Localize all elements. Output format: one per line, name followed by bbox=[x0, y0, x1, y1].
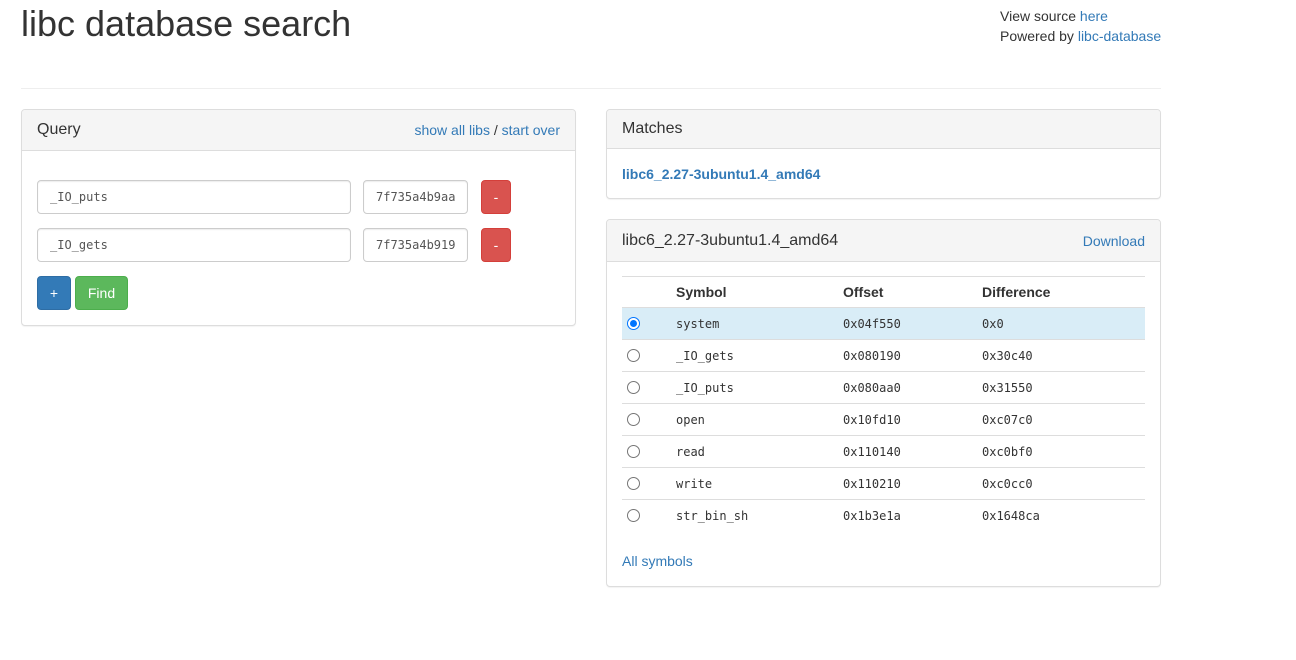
radio-cell bbox=[622, 435, 676, 468]
symbol-radio-button[interactable] bbox=[627, 317, 640, 330]
difference-cell: 0xc0cc0 bbox=[982, 467, 1145, 500]
symbol-cell: _IO_puts bbox=[676, 371, 843, 404]
lib-panel-heading: libc6_2.27-3ubuntu1.4_amd64 Download bbox=[607, 220, 1160, 262]
remove-row-button-2[interactable]: - bbox=[481, 228, 511, 262]
offset-cell: 0x080190 bbox=[843, 339, 982, 372]
offset-column-header: Offset bbox=[843, 276, 982, 308]
symbol-radio-button[interactable] bbox=[627, 349, 640, 362]
find-button[interactable]: Find bbox=[75, 276, 128, 310]
matches-title: Matches bbox=[622, 120, 683, 137]
add-row-button[interactable]: + bbox=[37, 276, 71, 310]
difference-column-header: Difference bbox=[982, 276, 1145, 308]
symbol-radio-button[interactable] bbox=[627, 381, 640, 394]
radio-cell bbox=[622, 467, 676, 500]
symbol-radio-button[interactable] bbox=[627, 477, 640, 490]
symbol-cell: _IO_gets bbox=[676, 339, 843, 372]
radio-cell bbox=[622, 339, 676, 372]
symbol-cell: str_bin_sh bbox=[676, 508, 749, 523]
table-row[interactable]: _IO_puts 0x080aa0 0x31550 bbox=[622, 371, 1145, 404]
powered-by-line: Powered by libc-database bbox=[1000, 26, 1161, 46]
match-link[interactable]: libc6_2.27-3ubuntu1.4_amd64 bbox=[622, 166, 820, 182]
difference-cell: 0xc07c0 bbox=[982, 403, 1145, 436]
query-actions-separator: / bbox=[489, 122, 502, 138]
symbol-input-2[interactable] bbox=[37, 228, 351, 262]
table-row[interactable]: _IO_gets 0x080190 0x30c40 bbox=[622, 339, 1145, 372]
show-all-libs-link[interactable]: show all libs bbox=[414, 122, 489, 138]
difference-cell: 0xc0bf0 bbox=[982, 435, 1145, 468]
download-link[interactable]: Download bbox=[1083, 233, 1145, 249]
symbol-cell: open bbox=[676, 403, 843, 436]
symbol-cell: system bbox=[676, 307, 843, 340]
view-source-link[interactable]: here bbox=[1080, 8, 1108, 24]
symbol-radio-button[interactable] bbox=[627, 509, 640, 523]
query-actions: show all libs / start over bbox=[414, 122, 560, 138]
table-row[interactable]: read 0x110140 0xc0bf0 bbox=[622, 435, 1145, 468]
radio-cell bbox=[622, 307, 676, 340]
symbol-radio-button[interactable] bbox=[627, 445, 640, 458]
address-input-1[interactable] bbox=[363, 180, 468, 214]
radio-cell bbox=[622, 500, 676, 532]
symbols-table: Symbol Offset Difference system 0x04f550… bbox=[622, 276, 1145, 532]
difference-cell: 0x1648ca bbox=[982, 508, 1040, 523]
table-header-row: Symbol Offset Difference bbox=[622, 276, 1145, 308]
query-panel: Query show all libs / start over - - + F… bbox=[21, 109, 576, 326]
table-row[interactable]: str_bin_sh 0x1b3e1a 0x1648ca bbox=[622, 500, 1145, 532]
matches-panel: Matches libc6_2.27-3ubuntu1.4_amd64 bbox=[606, 109, 1161, 199]
symbol-cell: read bbox=[676, 435, 843, 468]
symbol-column-header: Symbol bbox=[676, 276, 843, 308]
offset-cell: 0x110210 bbox=[843, 467, 982, 500]
difference-cell: 0x31550 bbox=[982, 371, 1145, 404]
view-source-line: View source here bbox=[1000, 6, 1161, 26]
libc-database-link[interactable]: libc-database bbox=[1078, 28, 1161, 44]
radio-cell bbox=[622, 371, 676, 404]
powered-by-label: Powered by bbox=[1000, 28, 1078, 44]
symbol-input-1[interactable] bbox=[37, 180, 351, 214]
query-title: Query bbox=[37, 121, 81, 138]
symbol-radio-button[interactable] bbox=[627, 413, 640, 426]
header-divider bbox=[21, 88, 1161, 89]
address-input-2[interactable] bbox=[363, 228, 468, 262]
view-source-label: View source bbox=[1000, 8, 1080, 24]
radio-cell bbox=[622, 403, 676, 436]
table-row[interactable]: write 0x110210 0xc0cc0 bbox=[622, 467, 1145, 500]
symbol-cell: write bbox=[676, 467, 843, 500]
offset-cell: 0x1b3e1a bbox=[843, 508, 901, 523]
offset-cell: 0x10fd10 bbox=[843, 403, 982, 436]
page-title: libc database search bbox=[21, 3, 352, 44]
offset-cell: 0x110140 bbox=[843, 435, 982, 468]
offset-cell: 0x04f550 bbox=[843, 307, 982, 340]
matches-panel-heading: Matches bbox=[607, 110, 1160, 149]
difference-cell: 0x0 bbox=[982, 307, 1145, 340]
header-links: View source here Powered by libc-databas… bbox=[1000, 6, 1161, 46]
offset-cell: 0x080aa0 bbox=[843, 371, 982, 404]
query-panel-heading: Query show all libs / start over bbox=[22, 110, 575, 151]
table-row[interactable]: system 0x04f550 0x0 bbox=[622, 307, 1145, 340]
remove-row-button-1[interactable]: - bbox=[481, 180, 511, 214]
difference-cell: 0x30c40 bbox=[982, 339, 1145, 372]
start-over-link[interactable]: start over bbox=[502, 122, 560, 138]
lib-title: libc6_2.27-3ubuntu1.4_amd64 bbox=[622, 231, 839, 249]
table-row[interactable]: open 0x10fd10 0xc07c0 bbox=[622, 403, 1145, 436]
select-column-header bbox=[622, 276, 676, 308]
all-symbols-link[interactable]: All symbols bbox=[622, 553, 693, 569]
lib-panel: libc6_2.27-3ubuntu1.4_amd64 Download Sym… bbox=[606, 219, 1161, 587]
